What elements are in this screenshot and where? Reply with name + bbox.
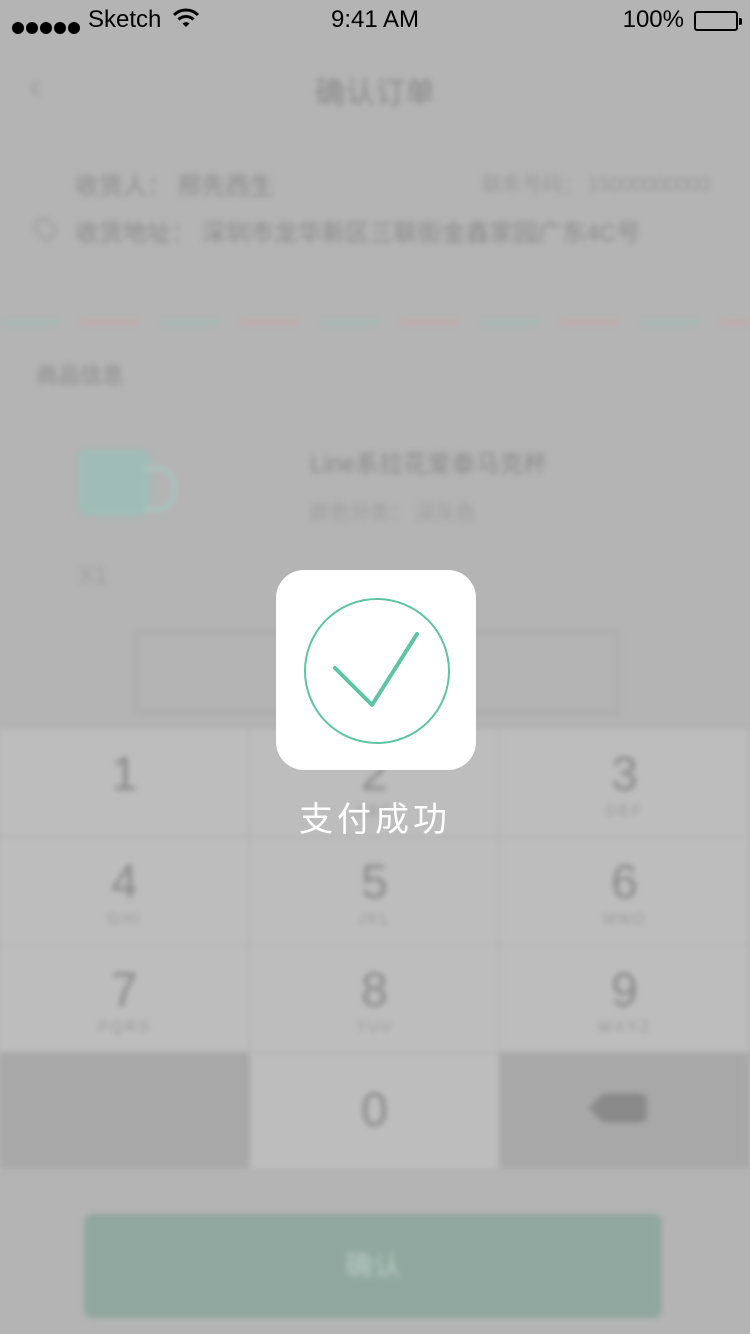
recipient-text: 收货人： 邢先西生 [75,173,274,200]
battery-percent: 100% [622,6,684,33]
key-letters: JKL [357,911,392,928]
key-letters: WXYZ [597,1019,652,1036]
key-letters: TUV [355,1019,394,1036]
confirm-button[interactable]: 确认 [84,1214,662,1318]
key-number: 4 [111,856,138,909]
address-divider-stripe [0,319,750,325]
check-circle-icon [304,598,450,744]
success-toast-card [276,570,476,770]
key-7[interactable]: 7 PQRS [0,944,250,1052]
product-quantity: X1 [78,562,108,589]
address-section[interactable]: 收货人： 邢先西生 联系号码： 15000000000 收货地址： 深圳市龙华新… [0,150,750,325]
mug-image [78,450,150,516]
product-spec: 颜色分类： 深灰色 [310,502,476,524]
key-number: 6 [611,856,638,909]
phone-text: 联系号码： 15000000000 [482,174,710,196]
key-number: 5 [361,856,388,909]
product-section-label: 商品信息 [36,363,125,388]
key-blank [0,1052,250,1168]
key-letters: GHI [107,911,142,928]
backspace-icon [588,1093,647,1123]
key-delete[interactable] [500,1052,750,1168]
key-letters: MNO [602,911,647,928]
mug-handle [144,466,177,512]
key-number: 7 [111,964,138,1017]
key-letters: PQRS [97,1019,152,1036]
key-number: 9 [611,964,638,1017]
key-number: 8 [361,964,388,1017]
address-text: 收货地址： 深圳市龙华新区三联街金鑫家园广东4C号 [75,220,641,247]
key-8[interactable]: 8 TUV [250,944,500,1052]
battery-icon [694,11,742,31]
success-message: 支付成功 [299,801,451,839]
key-5[interactable]: 5 JKL [250,836,500,944]
key-6[interactable]: 6 MNO [500,836,750,944]
nav-bar: ‹ 确认订单 [0,40,750,130]
page-title: 确认订单 [315,77,435,110]
product-name: Line系拉花爱泰马克杯 [310,451,548,478]
key-0[interactable]: 0 [250,1052,500,1168]
location-pin-icon [30,214,60,244]
key-4[interactable]: 4 GHI [0,836,250,944]
key-number: 0 [361,1084,388,1137]
status-bar: Sketch 9:41 AM 100% [0,0,750,40]
key-9[interactable]: 9 WXYZ [500,944,750,1052]
